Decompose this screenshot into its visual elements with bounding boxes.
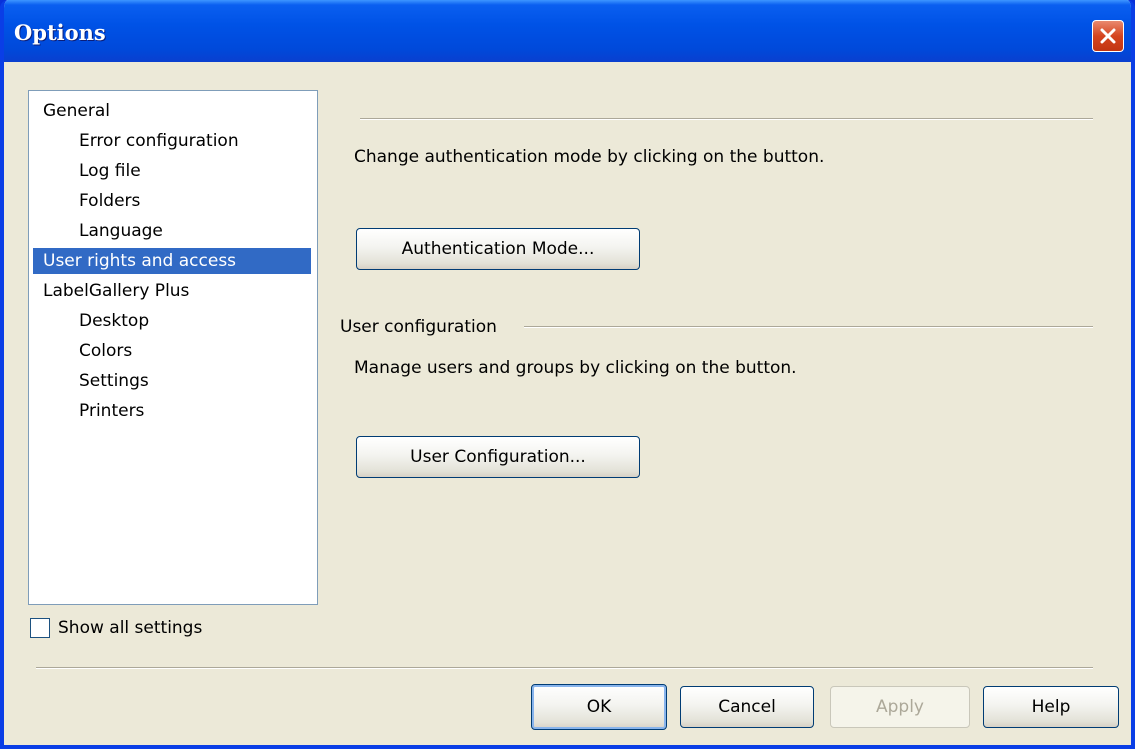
- ok-button[interactable]: OK: [531, 684, 667, 730]
- tree-item-language[interactable]: Language: [79, 218, 173, 244]
- tree-item-folders[interactable]: Folders: [79, 188, 150, 214]
- ok-button-label: OK: [586, 697, 612, 717]
- title-bar[interactable]: Options: [4, 0, 1131, 62]
- help-button-label: Help: [1031, 697, 1071, 717]
- close-button[interactable]: [1092, 20, 1124, 52]
- show-all-settings-checkbox[interactable]: [30, 618, 50, 638]
- apply-button[interactable]: Apply: [830, 686, 970, 728]
- window-title: Options: [14, 20, 106, 45]
- tree-item-user-rights-and-access[interactable]: User rights and access: [33, 248, 311, 274]
- cancel-button[interactable]: Cancel: [680, 686, 814, 728]
- tree-item-error-configuration[interactable]: Error configuration: [79, 128, 249, 154]
- help-button[interactable]: Help: [983, 686, 1119, 728]
- tree-item-general[interactable]: General: [33, 98, 120, 124]
- options-dialog: Options General Error configuration Log …: [0, 0, 1135, 749]
- top-separator: [360, 118, 1093, 120]
- tree-item-log-file[interactable]: Log file: [79, 158, 151, 184]
- user-configuration-button[interactable]: User Configuration...: [356, 436, 640, 478]
- footer-separator: [36, 667, 1093, 669]
- tree-item-labelgallery-plus[interactable]: LabelGallery Plus: [33, 278, 199, 304]
- auth-description: Change authentication mode by clicking o…: [354, 147, 825, 167]
- user-configuration-group-label: User configuration: [340, 317, 497, 337]
- apply-button-label: Apply: [876, 697, 924, 717]
- tree-item-settings[interactable]: Settings: [79, 368, 159, 394]
- user-configuration-description: Manage users and groups by clicking on t…: [354, 358, 797, 378]
- user-configuration-button-label: User Configuration...: [410, 447, 586, 467]
- user-configuration-separator: [524, 326, 1093, 328]
- tree-item-colors[interactable]: Colors: [79, 338, 142, 364]
- close-icon: [1100, 28, 1116, 44]
- settings-tree[interactable]: General Error configuration Log file Fol…: [28, 90, 318, 605]
- authentication-mode-button[interactable]: Authentication Mode...: [356, 228, 640, 270]
- tree-item-printers[interactable]: Printers: [79, 398, 154, 424]
- tree-item-desktop[interactable]: Desktop: [79, 308, 159, 334]
- cancel-button-label: Cancel: [718, 697, 776, 717]
- authentication-mode-button-label: Authentication Mode...: [401, 239, 595, 259]
- show-all-settings-label: Show all settings: [58, 618, 203, 638]
